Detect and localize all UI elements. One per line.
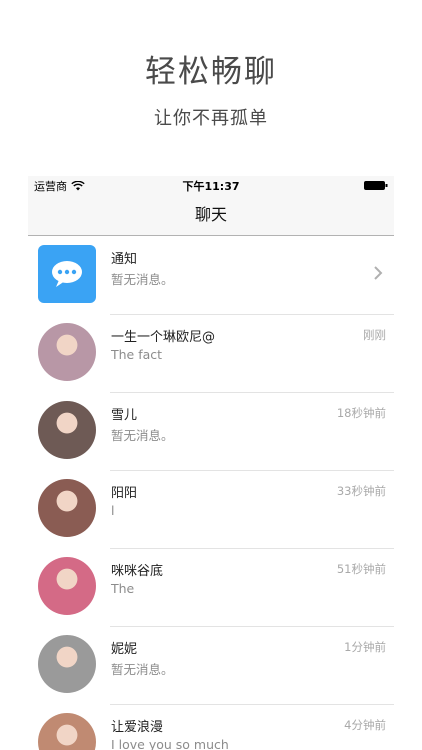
chevron-right-icon [372, 265, 384, 281]
message-preview: 暂无消息。 [111, 428, 174, 443]
nav-bar: 聊天 [28, 194, 394, 236]
contact-name: 雪儿 [111, 408, 138, 423]
phone-screen: 运营商 下午11:37 聊天 通知 暂无消息。 一生一个琳欧尼@ The fac… [28, 176, 394, 750]
contact-name: 咪咪谷底 [111, 564, 164, 579]
battery-icon [364, 180, 388, 190]
message-timestamp: 刚刚 [363, 328, 386, 342]
conversation-row[interactable]: 妮妮暂无消息。 1分钟前 [28, 627, 394, 705]
message-timestamp: 1分钟前 [344, 640, 386, 654]
conversation-row[interactable]: 一生一个琳欧尼@ The fact 刚刚 [28, 315, 394, 393]
avatar [38, 323, 96, 381]
chat-list: 通知 暂无消息。 一生一个琳欧尼@ The fact 刚刚 雪儿 暂无消息。 18秒钟前阳… [28, 237, 394, 750]
promo-banner: 轻松畅聊 让你不再孤单 [0, 0, 422, 176]
conversation-row[interactable]: 阳阳 l 33秒钟前 [28, 471, 394, 549]
contact-name: 妮妮 [111, 642, 138, 657]
message-timestamp: 18秒钟前 [336, 406, 386, 420]
avatar [38, 479, 96, 537]
contact-name: 让爱浪漫 [111, 720, 164, 735]
notification-title: 通知 [111, 252, 138, 267]
status-time: 下午11:37 [182, 180, 240, 193]
conversation-rows: 一生一个琳欧尼@ The fact 刚刚雪儿暂无消息。 18秒钟前阳阳 l 33秒钟前咪咪… [28, 315, 394, 750]
notification-preview: 暂无消息。 [111, 272, 174, 287]
chat-bubble-icon [52, 261, 82, 287]
promo-subtitle: 让你不再孤单 [154, 108, 268, 129]
status-bar: 运营商 下午11:37 [28, 176, 394, 194]
message-preview: l [111, 503, 115, 518]
message-timestamp: 51秒钟前 [336, 562, 386, 576]
contact-name: 一生一个琳欧尼@ [111, 330, 216, 345]
conversation-row[interactable]: 咪咪谷底 The 51秒钟前 [28, 549, 394, 627]
avatar [38, 557, 96, 615]
message-preview: The fact [111, 347, 163, 362]
message-timestamp: 4分钟前 [344, 718, 386, 732]
conversation-row[interactable]: 让爱浪漫 I love you so much 4分钟前 [28, 705, 394, 750]
message-timestamp: 33秒钟前 [336, 484, 386, 498]
message-preview: The [111, 581, 135, 596]
avatar [38, 401, 96, 459]
message-preview: I love you so much [111, 737, 229, 750]
nav-title: 聊天 [194, 205, 227, 224]
notification-row[interactable]: 通知 暂无消息。 [28, 237, 394, 315]
notification-avatar [38, 245, 96, 303]
avatar [38, 635, 96, 693]
avatar [38, 713, 96, 750]
message-preview: 暂无消息。 [111, 662, 174, 677]
conversation-row[interactable]: 雪儿暂无消息。 18秒钟前 [28, 393, 394, 471]
promo-title: 轻松畅聊 [145, 54, 277, 90]
contact-name: 阳阳 [111, 486, 138, 501]
